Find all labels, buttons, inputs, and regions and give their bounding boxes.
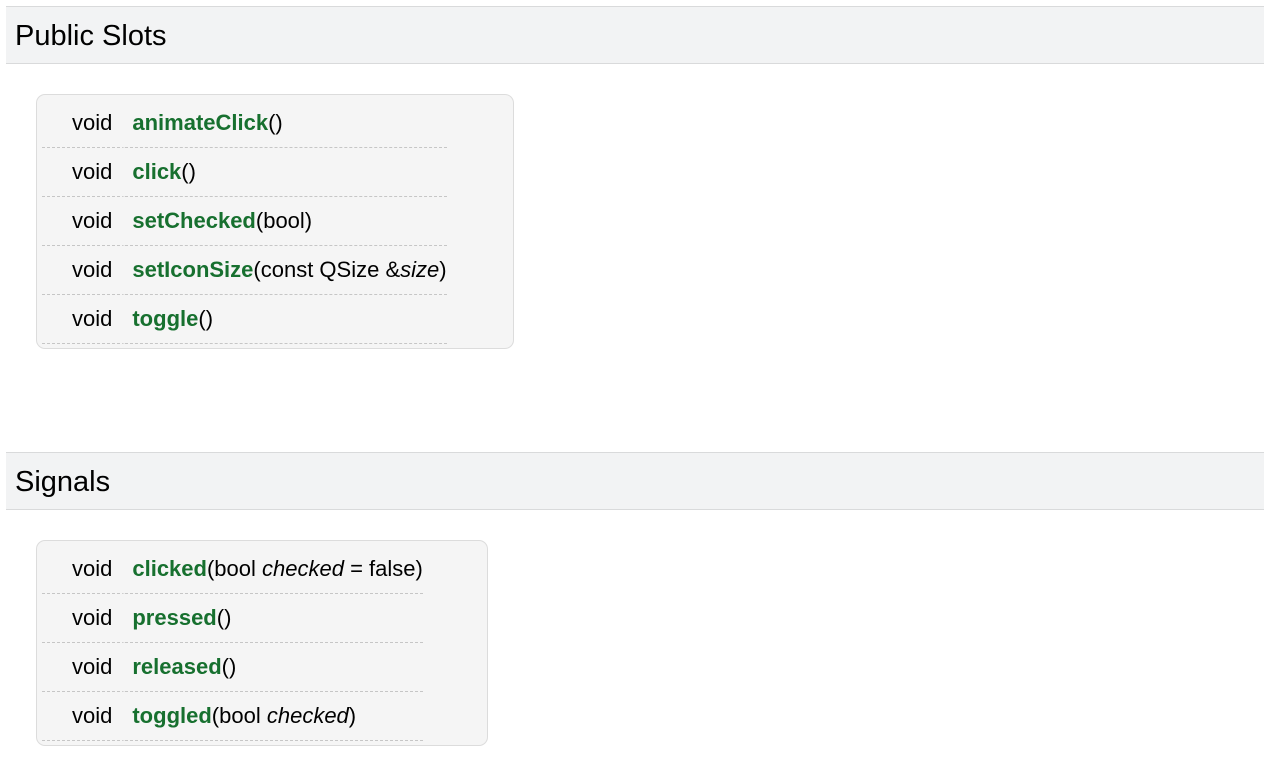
section-title-public-slots: Public Slots: [15, 20, 167, 52]
member-table-signals: void clicked(bool checked = false) void pre…: [42, 545, 423, 741]
return-type: void: [42, 148, 126, 197]
section-title-signals: Signals: [15, 466, 111, 498]
section-header-public-slots: Public Slots: [6, 6, 1264, 64]
param-type: bool: [263, 208, 305, 233]
member-row-toggle: void toggle(): [42, 295, 447, 344]
member-row-setIconSize: void setIconSize(const QSize &size): [42, 246, 447, 295]
member-list-public-slots: void animateClick() void click() void setChec…: [36, 94, 514, 349]
return-type: void: [42, 197, 126, 246]
member-row-setChecked: void setChecked(bool): [42, 197, 447, 246]
return-type: void: [42, 295, 126, 344]
member-signature: clicked(bool checked = false): [125, 545, 423, 594]
member-signature: released(): [125, 643, 423, 692]
return-type: void: [42, 643, 126, 692]
member-link-setChecked[interactable]: setChecked: [132, 208, 256, 233]
member-link-released[interactable]: released: [132, 654, 221, 679]
param-type: bool: [214, 556, 263, 581]
param-name: size: [400, 257, 440, 282]
param-default: = false: [343, 556, 416, 581]
member-row-toggled: void toggled(bool checked): [42, 692, 423, 741]
return-type: void: [42, 594, 126, 643]
member-link-clicked[interactable]: clicked: [132, 556, 207, 581]
return-type: void: [42, 545, 126, 594]
section-header-signals: Signals: [6, 452, 1264, 510]
member-row-click: void click(): [42, 148, 447, 197]
param-type: const QSize &: [260, 257, 401, 282]
member-row-animateClick: void animateClick(): [42, 99, 447, 148]
member-signature: setChecked(bool): [125, 197, 447, 246]
member-link-setIconSize[interactable]: setIconSize: [132, 257, 253, 282]
return-type: void: [42, 99, 126, 148]
member-list-signals: void clicked(bool checked = false) void pre…: [36, 540, 488, 746]
return-type: void: [42, 692, 126, 741]
return-type: void: [42, 246, 126, 295]
member-row-released: void released(): [42, 643, 423, 692]
member-signature: toggle(): [125, 295, 447, 344]
member-signature: toggled(bool checked): [125, 692, 423, 741]
member-row-pressed: void pressed(): [42, 594, 423, 643]
member-signature: setIconSize(const QSize &size): [125, 246, 447, 295]
member-link-toggle[interactable]: toggle: [132, 306, 198, 331]
param-name: checked: [262, 556, 344, 581]
member-signature: click(): [125, 148, 447, 197]
param-type: bool: [219, 703, 267, 728]
member-signature: animateClick(): [125, 99, 447, 148]
member-row-clicked: void clicked(bool checked = false): [42, 545, 423, 594]
member-table-public-slots: void animateClick() void click() void setChec…: [42, 99, 447, 344]
member-link-pressed[interactable]: pressed: [132, 605, 216, 630]
member-signature: pressed(): [125, 594, 423, 643]
member-link-animateClick[interactable]: animateClick: [132, 110, 268, 135]
param-name: checked: [266, 703, 349, 728]
member-link-click[interactable]: click: [132, 159, 181, 184]
member-link-toggled[interactable]: toggled: [132, 703, 211, 728]
